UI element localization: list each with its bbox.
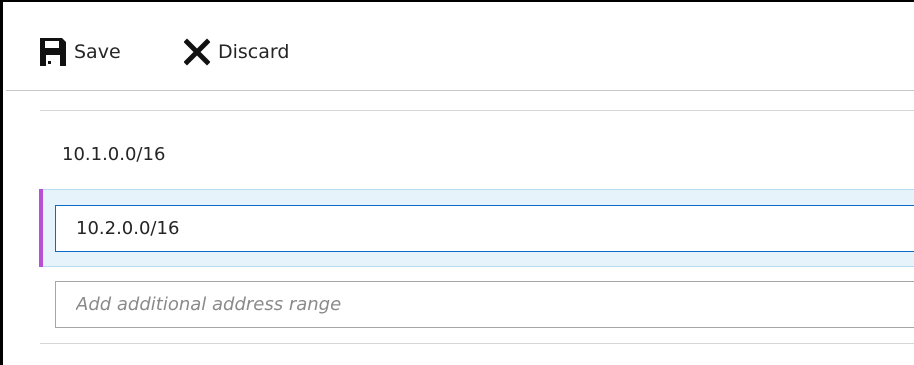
address-range-item[interactable]: 10.1.0.0/16: [62, 144, 165, 165]
selection-indicator: [39, 189, 43, 267]
save-button[interactable]: Save: [40, 34, 121, 70]
discard-button[interactable]: Discard: [183, 34, 290, 70]
save-icon: [40, 38, 66, 66]
section-divider: [40, 110, 914, 111]
editor-panel: Save Discard 10.1.0.0/16: [0, 0, 914, 365]
save-label: Save: [74, 41, 121, 63]
close-icon: [183, 38, 211, 66]
discard-label: Discard: [218, 41, 290, 63]
add-address-range-input[interactable]: [55, 281, 914, 328]
command-bar: Save Discard: [6, 4, 914, 91]
bottom-divider: [40, 343, 914, 344]
address-range-input[interactable]: [55, 205, 914, 252]
